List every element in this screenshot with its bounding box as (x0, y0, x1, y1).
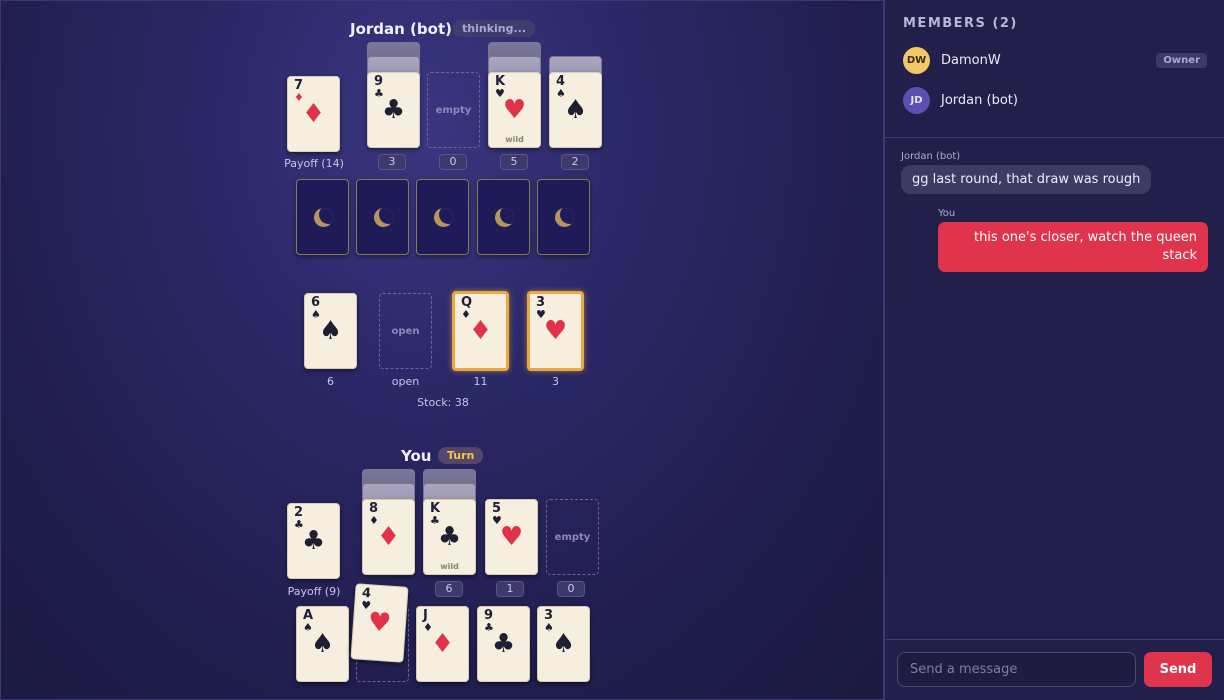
member-row: DW DamonW Owner (903, 47, 1207, 75)
player-name: You (401, 447, 432, 465)
avatar: JD (903, 87, 930, 114)
card-suit-large: ♦ (430, 629, 455, 659)
opponent-name: Jordan (bot) (350, 20, 452, 38)
build-pile-caption: 3 (552, 375, 559, 388)
build-pile-2-open[interactable]: open (379, 293, 432, 369)
member-row: JD Jordan (bot) (903, 87, 1207, 115)
member-name: Jordan (bot) (941, 93, 1018, 108)
player-discard-stack-2[interactable]: K ♣ ♣ wild (423, 499, 476, 575)
build-pile-caption: open (391, 375, 420, 388)
card-suit-large: ♥ (499, 522, 524, 552)
hand-card-1[interactable]: A ♠ ♠ (296, 606, 349, 682)
player-discard-stack-4-empty[interactable]: empty (546, 499, 599, 575)
card-suit-large: ♦ (301, 99, 326, 129)
stack-count: 2 (561, 154, 589, 170)
stack-count: 6 (435, 581, 463, 597)
opponent-hand-card-back (416, 179, 469, 255)
card-suit-large: ♥ (366, 607, 393, 639)
crescent-moon-icon (314, 208, 333, 227)
build-pile-caption: 11 (473, 375, 488, 388)
card-suit-large: ♣ (381, 95, 406, 125)
card-suit-large: ♠ (318, 316, 343, 346)
hand-card-5[interactable]: 3 ♠ ♠ (537, 606, 590, 682)
opponent-payoff-card: 7 ♦ ♦ (287, 76, 340, 152)
stock-count-label: Stock: 38 (417, 396, 469, 409)
game-table: Jordan (bot) thinking... 7 ♦ ♦ Payoff (1… (0, 0, 884, 700)
hand-card-2-dragging[interactable]: 4 ♥ ♥ (350, 583, 409, 663)
player-payoff-card[interactable]: 2 ♣ ♣ (287, 503, 340, 579)
chat-sidebar: MEMBERS (2) DW DamonW Owner JD Jordan (b… (884, 0, 1224, 700)
send-button[interactable]: Send (1144, 652, 1212, 687)
card-suit-large: ♥ (502, 95, 527, 125)
player-discard-stack-3[interactable]: 5 ♥ ♥ (485, 499, 538, 575)
turn-badge: Turn (438, 447, 484, 464)
build-pile-4[interactable]: 3 ♥ ♥ (527, 291, 584, 371)
opponent-payoff-label: Payoff (14) (284, 157, 344, 170)
card-suit-large: ♣ (491, 629, 516, 659)
crescent-moon-icon (495, 208, 514, 227)
stack-count: 1 (496, 581, 524, 597)
card-suit-large: ♥ (543, 316, 568, 346)
opponent-hand-card-back (477, 179, 530, 255)
opponent-discard-stack-2-empty: empty (427, 72, 480, 148)
members-title: MEMBERS (2) (903, 16, 1018, 31)
crescent-moon-icon (434, 208, 453, 227)
message-sender: You (938, 208, 956, 219)
build-pile-caption: 6 (327, 375, 334, 388)
opponent-status-badge: thinking... (453, 20, 536, 37)
divider (885, 137, 1224, 138)
opponent-hand-card-back (296, 179, 349, 255)
card-suit-large: ♠ (551, 629, 576, 659)
opponent-discard-stack-4: 4 ♠ ♠ (549, 72, 602, 148)
card-suit-large: ♠ (310, 629, 335, 659)
crescent-moon-icon (555, 208, 574, 227)
stack-count: 0 (557, 581, 585, 597)
card-suit-large: ♦ (468, 316, 493, 346)
card-suit-large: ♦ (376, 522, 401, 552)
avatar: DW (903, 47, 930, 74)
hand-card-4[interactable]: 9 ♣ ♣ (477, 606, 530, 682)
crescent-moon-icon (374, 208, 393, 227)
stack-count: 3 (378, 154, 406, 170)
owner-badge: Owner (1156, 53, 1207, 68)
wild-label: wild (505, 135, 524, 144)
divider (885, 639, 1224, 640)
card-suit-large: ♣ (301, 526, 326, 556)
card-suit-large: ♠ (563, 95, 588, 125)
stack-count: 0 (439, 154, 467, 170)
build-pile-3[interactable]: Q ♦ ♦ (452, 291, 509, 371)
opponent-discard-stack-1: 9 ♣ ♣ (367, 72, 420, 148)
build-pile-1[interactable]: 6 ♠ ♠ (304, 293, 357, 369)
stack-count: 5 (500, 154, 528, 170)
opponent-hand-card-back (356, 179, 409, 255)
player-payoff-label: Payoff (9) (287, 585, 341, 598)
member-name: DamonW (941, 53, 1001, 68)
opponent-hand-card-back (537, 179, 590, 255)
card-suit-large: ♣ (437, 522, 462, 552)
message-bubble-bot: gg last round, that draw was rough (901, 165, 1152, 194)
message-bubble-self: this one's closer, watch the queen stack (938, 222, 1208, 272)
opponent-discard-stack-3: K ♥ ♥ wild (488, 72, 541, 148)
player-discard-stack-1[interactable]: 8 ♦ ♦ (362, 499, 415, 575)
hand-card-3[interactable]: J ♦ ♦ (416, 606, 469, 682)
wild-label: wild (440, 562, 459, 571)
message-sender: Jordan (bot) (901, 151, 961, 162)
message-input[interactable] (897, 652, 1136, 687)
